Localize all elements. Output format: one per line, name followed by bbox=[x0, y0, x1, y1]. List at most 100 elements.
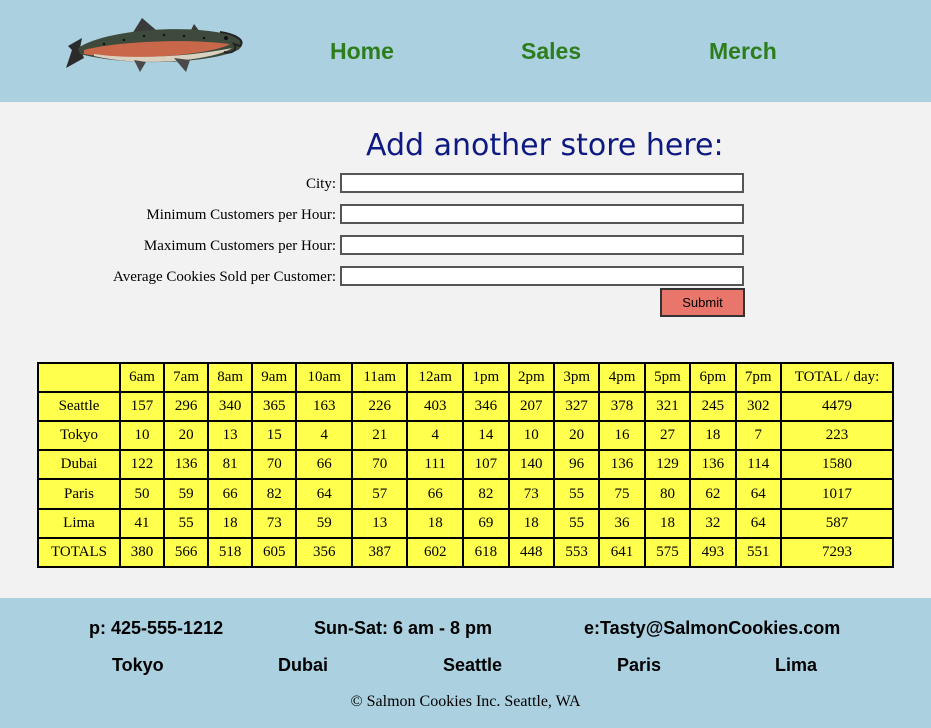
table-cell: 59 bbox=[295, 507, 354, 539]
nav-home-link[interactable]: Home bbox=[330, 38, 394, 65]
table-cell: 80 bbox=[643, 478, 692, 510]
table-cell: 14 bbox=[462, 420, 510, 452]
table-cell: 136 bbox=[689, 449, 737, 481]
header-cell: 7pm bbox=[734, 362, 783, 393]
table-cell: 41 bbox=[118, 507, 166, 539]
table-cell: 136 bbox=[163, 449, 210, 481]
table-cell: 20 bbox=[552, 420, 601, 452]
table-row: Paris 50 59 66 82 64 57 66 82 73 55 75 80 62 64 1017 bbox=[37, 478, 894, 510]
table-cell: 13 bbox=[207, 420, 254, 452]
table-cell: 111 bbox=[406, 449, 465, 481]
nav-merch-link[interactable]: Merch bbox=[709, 38, 777, 65]
header-cell: 10am bbox=[295, 362, 354, 393]
max-customers-input[interactable] bbox=[340, 235, 744, 255]
city-row: City: bbox=[40, 173, 746, 195]
table-cell: 4479 bbox=[780, 390, 894, 423]
table-row: Tokyo 10 20 13 15 4 21 4 14 10 20 16 27 18 7 223 bbox=[37, 420, 894, 452]
table-cell: 18 bbox=[507, 507, 555, 539]
footer-hours: Sun-Sat: 6 am - 8 pm bbox=[314, 618, 493, 638]
footer-city-dubai[interactable]: Dubai bbox=[278, 655, 328, 676]
max-customers-label: Maximum Customers per Hour: bbox=[143, 238, 336, 254]
table-cell: 122 bbox=[118, 449, 166, 481]
table-cell: 618 bbox=[462, 536, 510, 569]
min-customers-label: Minimum Customers per Hour: bbox=[146, 207, 336, 223]
table-cell: 163 bbox=[295, 390, 354, 423]
table-row: Lima 41 55 18 73 59 13 18 69 18 55 36 18 32 64 587 bbox=[37, 507, 894, 539]
table-cell: 75 bbox=[598, 478, 646, 510]
table-cell: 73 bbox=[251, 507, 298, 539]
table-cell: 7293 bbox=[780, 536, 894, 569]
header-cell: 4pm bbox=[598, 362, 646, 393]
table-cell: 1580 bbox=[780, 449, 894, 481]
table-cell: 55 bbox=[552, 507, 601, 539]
table-cell: 223 bbox=[780, 420, 894, 452]
header-cell bbox=[37, 362, 121, 393]
table-row: Seattle 157 296 340 365 163 226 403 346 207 327 378… bbox=[37, 390, 894, 423]
row-label-cell: TOTALS bbox=[37, 536, 121, 569]
table-cell: 346 bbox=[462, 390, 510, 423]
footer-city-seattle[interactable]: Seattle bbox=[443, 655, 502, 676]
header-cell: 8am bbox=[207, 362, 254, 393]
table-cell: 36 bbox=[598, 507, 646, 539]
table-row: TOTALS 380 566 518 605 356 387 602 618 448 553 641 5… bbox=[37, 536, 894, 569]
table-cell: 70 bbox=[251, 449, 298, 481]
city-label: City: bbox=[305, 176, 336, 192]
row-label-cell: Tokyo bbox=[37, 420, 121, 452]
sales-table: 6am 7am 8am 9am 10am 11am 12am 1pm 2pm 3… bbox=[37, 362, 894, 569]
header-cell: TOTAL / day: bbox=[780, 362, 894, 393]
footer-city-tokyo[interactable]: Tokyo bbox=[112, 655, 164, 676]
table-cell: 66 bbox=[207, 478, 254, 510]
avg-cookies-row: Average Cookies Sold per Customer: bbox=[40, 266, 746, 288]
submit-button[interactable]: Submit bbox=[660, 288, 745, 317]
city-input[interactable] bbox=[340, 173, 744, 193]
table-cell: 365 bbox=[251, 390, 298, 423]
table-cell: 575 bbox=[643, 536, 692, 569]
header-cell: 6pm bbox=[689, 362, 737, 393]
footer-phone: p: 425-555-1212 bbox=[89, 618, 224, 638]
table-header-row: 6am 7am 8am 9am 10am 11am 12am 1pm 2pm 3… bbox=[37, 362, 894, 393]
footer-city-lima[interactable]: Lima bbox=[775, 655, 817, 676]
table-cell: 327 bbox=[552, 390, 601, 423]
site-header: Home Sales Merch bbox=[0, 0, 931, 102]
table-cell: 59 bbox=[163, 478, 210, 510]
header-cell: 6am bbox=[118, 362, 166, 393]
table-cell: 641 bbox=[598, 536, 646, 569]
table-cell: 302 bbox=[734, 390, 783, 423]
table-cell: 82 bbox=[251, 478, 298, 510]
table-cell: 57 bbox=[351, 478, 409, 510]
table-body: Seattle 157 296 340 365 163 226 403 346 207 327 378… bbox=[37, 390, 894, 569]
table-cell: 140 bbox=[507, 449, 555, 481]
table-cell: 18 bbox=[643, 507, 692, 539]
table-row: Dubai 122 136 81 70 66 70 111 107 140 96 136 129 136 1… bbox=[37, 449, 894, 481]
table-cell: 321 bbox=[643, 390, 692, 423]
header-cell: 2pm bbox=[507, 362, 555, 393]
avg-cookies-input[interactable] bbox=[340, 266, 744, 286]
table-cell: 4 bbox=[406, 420, 465, 452]
table-cell: 18 bbox=[207, 507, 254, 539]
table-cell: 4 bbox=[295, 420, 354, 452]
table-cell: 448 bbox=[507, 536, 555, 569]
nav-sales-link[interactable]: Sales bbox=[521, 38, 581, 65]
table-cell: 18 bbox=[689, 420, 737, 452]
header-cell: 5pm bbox=[643, 362, 692, 393]
row-label-cell: Paris bbox=[37, 478, 121, 510]
table-cell: 566 bbox=[163, 536, 210, 569]
table-cell: 340 bbox=[207, 390, 254, 423]
table-cell: 207 bbox=[507, 390, 555, 423]
footer-email: e:Tasty@SalmonCookies.com bbox=[584, 618, 841, 638]
min-customers-row: Minimum Customers per Hour: bbox=[40, 204, 746, 226]
table-cell: 15 bbox=[251, 420, 298, 452]
header-cell: 7am bbox=[163, 362, 210, 393]
table-cell: 10 bbox=[507, 420, 555, 452]
footer-city-paris[interactable]: Paris bbox=[617, 655, 661, 676]
table-cell: 55 bbox=[552, 478, 601, 510]
site-footer: p: 425-555-1212 Sun-Sat: 6 am - 8 pm e:T… bbox=[0, 598, 931, 728]
table-cell: 62 bbox=[689, 478, 737, 510]
table-cell: 245 bbox=[689, 390, 737, 423]
min-customers-input[interactable] bbox=[340, 204, 744, 224]
header-cell: 1pm bbox=[462, 362, 510, 393]
table-cell: 387 bbox=[351, 536, 409, 569]
table-cell: 96 bbox=[552, 449, 601, 481]
table-cell: 10 bbox=[118, 420, 166, 452]
table-cell: 66 bbox=[406, 478, 465, 510]
